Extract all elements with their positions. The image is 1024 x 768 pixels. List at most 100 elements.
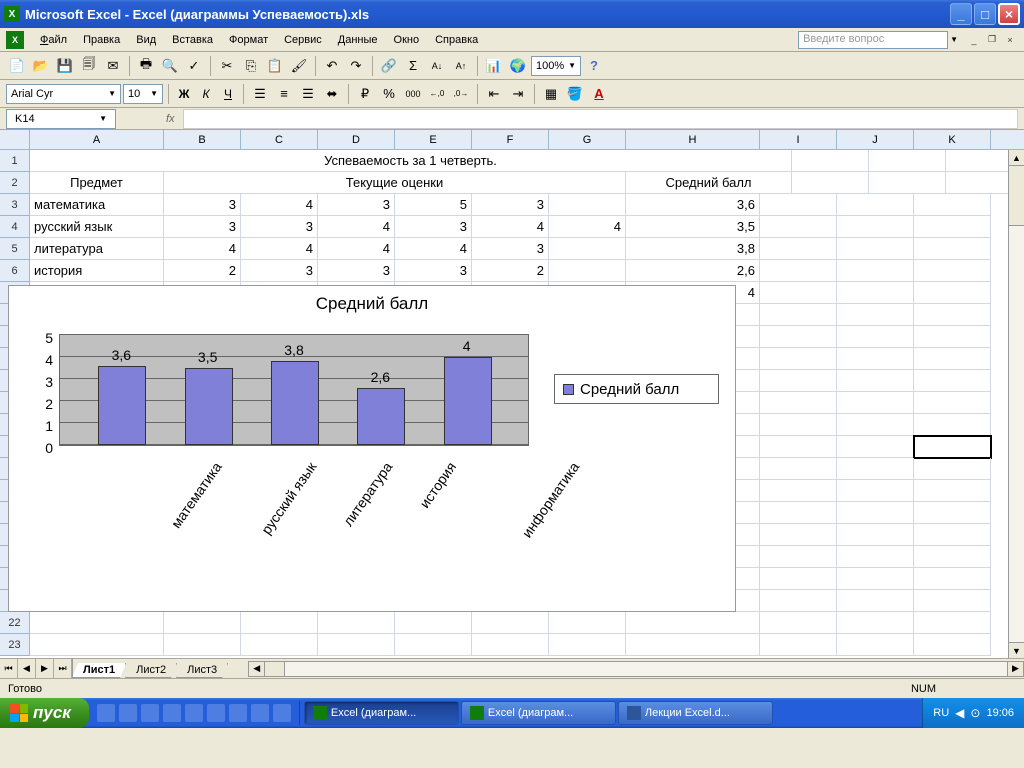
row-header-2[interactable]: 2	[0, 172, 29, 194]
cell[interactable]: 4	[549, 216, 626, 238]
sheet-tab-2[interactable]: Лист2	[125, 663, 177, 678]
cell[interactable]	[914, 304, 991, 326]
cell[interactable]	[914, 524, 991, 546]
cell[interactable]	[837, 436, 914, 458]
select-all-corner[interactable]	[0, 130, 30, 150]
ql-icon-1[interactable]	[97, 704, 115, 722]
cell[interactable]	[914, 568, 991, 590]
decrease-decimal-button[interactable]: ,0→	[450, 83, 472, 105]
cell[interactable]: 5	[395, 194, 472, 216]
cell[interactable]	[760, 414, 837, 436]
tray-volume-icon[interactable]: ⊙	[970, 706, 980, 720]
cell[interactable]: история	[30, 260, 164, 282]
start-button[interactable]: пуск	[0, 698, 89, 728]
sheet-nav-first[interactable]: ⏮	[0, 659, 18, 678]
italic-button[interactable]: К	[196, 84, 216, 104]
print-button[interactable]: 🖶	[135, 55, 157, 77]
column-header-C[interactable]: C	[241, 130, 318, 149]
taskbar-item-word[interactable]: Лекции Excel.d...	[618, 701, 773, 725]
print-preview-button[interactable]: 🔍	[159, 55, 181, 77]
ql-icon-8[interactable]	[251, 704, 269, 722]
cell[interactable]: 3	[395, 216, 472, 238]
column-header-K[interactable]: K	[914, 130, 991, 149]
column-header-G[interactable]: G	[549, 130, 626, 149]
sort-desc-button[interactable]: A↑	[450, 55, 472, 77]
redo-button[interactable]: ↷	[345, 55, 367, 77]
borders-button[interactable]: ▦	[540, 83, 562, 105]
cell[interactable]: Успеваемость за 1 четверть.	[30, 150, 792, 172]
save-button[interactable]: 💾	[54, 55, 76, 77]
cell[interactable]	[549, 634, 626, 656]
cell[interactable]	[914, 634, 991, 656]
fx-icon[interactable]: fx	[166, 113, 175, 125]
cell[interactable]	[549, 194, 626, 216]
doc-minimize-button[interactable]: _	[966, 33, 982, 47]
cell[interactable]	[549, 260, 626, 282]
cell[interactable]	[914, 480, 991, 502]
cell[interactable]: 3	[164, 216, 241, 238]
cell[interactable]	[395, 612, 472, 634]
scroll-up-icon[interactable]: ▲	[1009, 150, 1024, 166]
cell[interactable]	[241, 612, 318, 634]
horizontal-scrollbar[interactable]: ◀ ▶	[248, 661, 1024, 677]
cell[interactable]: 4	[318, 216, 395, 238]
menu-file[interactable]: Файл	[32, 31, 75, 49]
cell[interactable]	[472, 634, 549, 656]
cell[interactable]: 3	[241, 260, 318, 282]
cell[interactable]	[549, 238, 626, 260]
menu-tools[interactable]: Сервис	[276, 31, 330, 49]
cell[interactable]	[837, 414, 914, 436]
open-button[interactable]: 📂	[30, 55, 52, 77]
hscroll-thumb[interactable]	[265, 662, 285, 676]
fill-color-button[interactable]: 🪣	[564, 83, 586, 105]
align-left-button[interactable]: ☰	[249, 83, 271, 105]
permission-button[interactable]: 🗐	[78, 55, 100, 77]
cell[interactable]	[914, 260, 991, 282]
cell[interactable]	[472, 612, 549, 634]
cell[interactable]	[549, 612, 626, 634]
ql-icon-9[interactable]	[273, 704, 291, 722]
column-header-E[interactable]: E	[395, 130, 472, 149]
cell[interactable]	[837, 326, 914, 348]
ql-icon-6[interactable]	[207, 704, 225, 722]
cut-button[interactable]: ✂	[216, 55, 238, 77]
hyperlink-button[interactable]: 🔗	[378, 55, 400, 77]
cell[interactable]	[760, 502, 837, 524]
cell[interactable]	[837, 370, 914, 392]
decrease-indent-button[interactable]: ⇤	[483, 83, 505, 105]
help-dropdown-icon[interactable]: ▼	[950, 35, 958, 44]
row-header-1[interactable]: 1	[0, 150, 29, 172]
cell[interactable]	[914, 590, 991, 612]
menu-help[interactable]: Справка	[427, 31, 486, 49]
increase-decimal-button[interactable]: ←,0	[426, 83, 448, 105]
row-header-4[interactable]: 4	[0, 216, 29, 238]
column-header-A[interactable]: A	[30, 130, 164, 149]
taskbar-item-excel-1[interactable]: Excel (диаграм...	[304, 701, 459, 725]
clock[interactable]: 19:06	[986, 707, 1014, 719]
cell[interactable]	[837, 634, 914, 656]
increase-indent-button[interactable]: ⇥	[507, 83, 529, 105]
embedded-chart[interactable]: Средний балл 012345 математикарусский яз…	[30, 285, 736, 612]
row-header-3[interactable]: 3	[0, 194, 29, 216]
cell[interactable]	[792, 150, 869, 172]
formula-input[interactable]	[183, 109, 1018, 129]
cell[interactable]	[837, 546, 914, 568]
cell[interactable]	[30, 634, 164, 656]
cell[interactable]: 3	[241, 216, 318, 238]
menu-format[interactable]: Формат	[221, 31, 276, 49]
row-header-6[interactable]: 6	[0, 260, 29, 282]
menu-view[interactable]: Вид	[128, 31, 164, 49]
cell[interactable]	[395, 634, 472, 656]
cell[interactable]: 4	[395, 238, 472, 260]
align-center-button[interactable]: ≡	[273, 83, 295, 105]
cell[interactable]	[837, 238, 914, 260]
menu-window[interactable]: Окно	[386, 31, 428, 49]
cell[interactable]	[837, 216, 914, 238]
copy-button[interactable]: ⎘	[240, 55, 262, 77]
ql-icon-5[interactable]	[185, 704, 203, 722]
cell[interactable]	[914, 392, 991, 414]
font-size-select[interactable]: 10▼	[123, 84, 163, 104]
cell[interactable]	[760, 568, 837, 590]
close-button[interactable]: ×	[998, 3, 1020, 25]
cell[interactable]	[760, 458, 837, 480]
